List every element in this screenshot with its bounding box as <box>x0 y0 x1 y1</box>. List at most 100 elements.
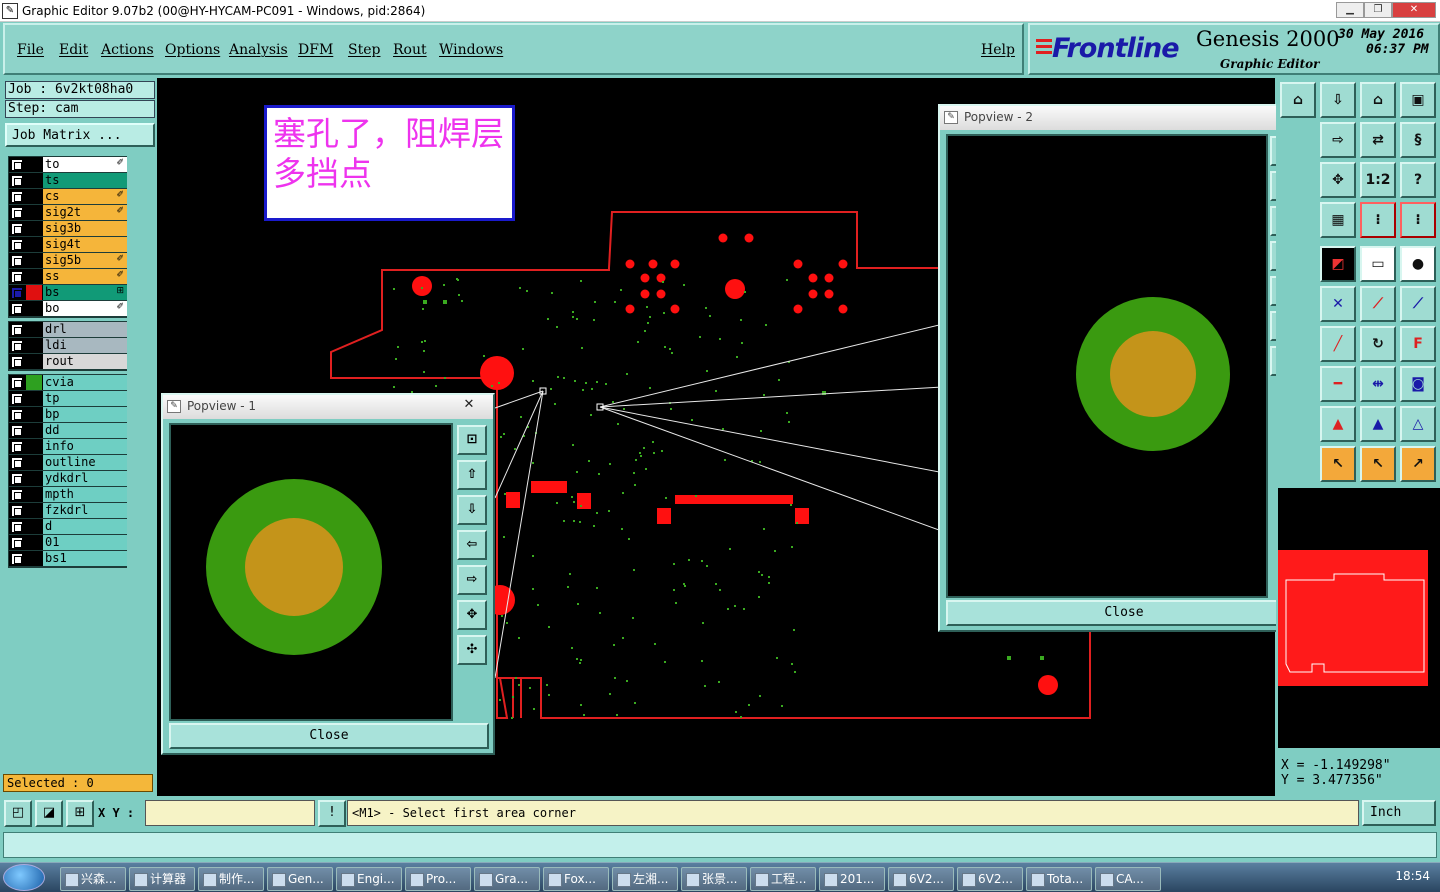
swap-icon[interactable]: ⇄ <box>1360 122 1396 158</box>
layer-checkbox[interactable] <box>11 239 23 251</box>
layer-row-ldi[interactable]: ldi <box>9 338 127 354</box>
pan-down-icon[interactable]: ⇩ <box>1320 82 1356 118</box>
layer-name[interactable]: rout <box>43 354 127 369</box>
menu-step[interactable]: Step <box>348 42 380 58</box>
layer-checkbox[interactable] <box>11 324 23 336</box>
command-line[interactable] <box>3 832 1437 858</box>
layer-name[interactable]: sig3b <box>43 221 127 236</box>
layer-row-sig5b[interactable]: sig5b ✐ <box>9 253 127 269</box>
layer-name[interactable]: bp <box>43 407 127 422</box>
layer-row-outline[interactable]: outline <box>9 455 127 471</box>
layer-name[interactable]: cs <box>43 189 127 204</box>
layer-row-bs1[interactable]: bs1 <box>9 551 127 567</box>
taskbar-item[interactable]: Tota... <box>1026 867 1092 891</box>
select-2-icon[interactable]: ↖ <box>1360 446 1396 482</box>
taskbar-item[interactable]: Engi... <box>336 867 402 891</box>
layer-name[interactable]: sig2t <box>43 205 127 220</box>
layer-checkbox[interactable] <box>11 441 23 453</box>
layer-name[interactable]: ts <box>43 173 127 188</box>
layer-name[interactable]: 01 <box>43 535 127 550</box>
layer-row-ydkdrl[interactable]: ydkdrl <box>9 471 127 487</box>
start-button[interactable] <box>3 864 45 891</box>
layer-row-sig4t[interactable]: sig4t <box>9 237 127 253</box>
layer-name[interactable]: ss <box>43 269 127 284</box>
taskbar-item[interactable]: 6V2... <box>888 867 954 891</box>
layer-name[interactable]: drl <box>43 322 127 337</box>
measure-tool-icon[interactable]: ◪ <box>35 800 63 827</box>
layer-checkbox[interactable] <box>11 356 23 368</box>
maximize-button[interactable]: ❐ <box>1364 2 1392 18</box>
triangle-blue-icon[interactable]: ▲ <box>1360 406 1396 442</box>
ruler-icon[interactable]: ▭ <box>1360 246 1396 282</box>
taskbar-item[interactable]: Gra... <box>474 867 540 891</box>
layer-name[interactable]: tp <box>43 391 127 406</box>
layer-checkbox[interactable] <box>11 553 23 565</box>
shapes-icon[interactable]: ◙ <box>1400 366 1436 402</box>
menu-dfm[interactable]: DFM <box>298 42 333 58</box>
help-icon[interactable]: ? <box>1400 162 1436 198</box>
home-icon[interactable]: ⌂ <box>1280 82 1316 118</box>
taskbar-item[interactable]: 工程... <box>750 867 816 891</box>
layer-checkbox[interactable] <box>11 175 23 187</box>
taskbar-item[interactable]: Fox... <box>543 867 609 891</box>
taskbar-item[interactable]: 201... <box>819 867 885 891</box>
layer-checkbox[interactable] <box>11 207 23 219</box>
layer-row-cs[interactable]: cs ✐ <box>9 189 127 205</box>
layer-checkbox[interactable] <box>11 457 23 469</box>
taskbar-item[interactable]: 左湘... <box>612 867 678 891</box>
layer-row-sig3b[interactable]: sig3b <box>9 221 127 237</box>
popview-1-close-button[interactable]: Close <box>169 723 489 749</box>
layer-checkbox[interactable] <box>11 287 23 299</box>
layer-checkbox[interactable] <box>11 393 23 405</box>
layer-compare-icon[interactable]: ⁝ <box>1360 202 1396 238</box>
overview-map[interactable] <box>1278 488 1440 748</box>
layer-checkbox[interactable] <box>11 521 23 533</box>
layer-name[interactable]: bs1 <box>43 551 127 566</box>
layer-name[interactable]: dd <box>43 423 127 438</box>
layer-row-drl[interactable]: drl <box>9 322 127 338</box>
measure-icon[interactable]: ⇹ <box>1360 366 1396 402</box>
popview-2-screen[interactable] <box>946 134 1268 598</box>
layer-row-fzkdrl[interactable]: fzkdrl <box>9 503 127 519</box>
pan-left-icon[interactable]: ⇦ <box>457 530 487 560</box>
menu-rout[interactable]: Rout <box>393 42 427 58</box>
layer-checkbox[interactable] <box>11 159 23 171</box>
layer-checkbox[interactable] <box>11 303 23 315</box>
layer-row-bo[interactable]: bo ✐ <box>9 301 127 317</box>
menu-windows[interactable]: Windows <box>439 42 503 58</box>
taskbar-item[interactable]: 计算器 <box>129 867 195 891</box>
menu-actions[interactable]: Actions <box>101 42 154 58</box>
layer-checkbox[interactable] <box>11 537 23 549</box>
menu-help[interactable]: Help <box>981 42 1015 58</box>
layer-name[interactable]: info <box>43 439 127 454</box>
layer-name[interactable]: sig5b <box>43 253 127 268</box>
triangle-line-icon[interactable]: △ <box>1400 406 1436 442</box>
layer-checkbox[interactable] <box>11 473 23 485</box>
alert-icon[interactable]: ! <box>318 800 346 827</box>
pad-icon[interactable]: ● <box>1400 246 1436 282</box>
popview-1-screen[interactable] <box>169 423 453 721</box>
pan-right-icon[interactable]: ⇨ <box>457 565 487 595</box>
select-icon[interactable]: ↖ <box>1320 446 1356 482</box>
menu-file[interactable]: File <box>17 42 44 58</box>
layer-row-ts[interactable]: ts <box>9 173 127 189</box>
line-node-icon[interactable]: ⟋ <box>1360 286 1396 322</box>
layer-checkbox[interactable] <box>11 505 23 517</box>
horizontal-line-icon[interactable]: ━ <box>1320 366 1356 402</box>
menu-edit[interactable]: Edit <box>59 42 88 58</box>
zoom-all-icon[interactable]: ✥ <box>1320 162 1356 198</box>
zoom-out-icon[interactable]: ✣ <box>457 635 487 665</box>
xy-input[interactable] <box>145 800 315 826</box>
popview-2-close-button[interactable]: Close <box>946 600 1302 626</box>
layer-name[interactable]: mpth <box>43 487 127 502</box>
layer-row-sig2t[interactable]: sig2t ✐ <box>9 205 127 221</box>
zoom-in-icon[interactable]: ✥ <box>457 600 487 630</box>
draw-icon[interactable]: ◩ <box>1320 246 1356 282</box>
layer-name[interactable]: to <box>43 157 127 172</box>
layer-name[interactable]: bo <box>43 301 127 316</box>
arc-icon[interactable]: ↻ <box>1360 326 1396 362</box>
layer-checkbox[interactable] <box>11 271 23 283</box>
job-matrix-button[interactable]: Job Matrix ... <box>5 123 155 147</box>
layer-checkbox[interactable] <box>11 340 23 352</box>
text-f-icon[interactable]: F <box>1400 326 1436 362</box>
